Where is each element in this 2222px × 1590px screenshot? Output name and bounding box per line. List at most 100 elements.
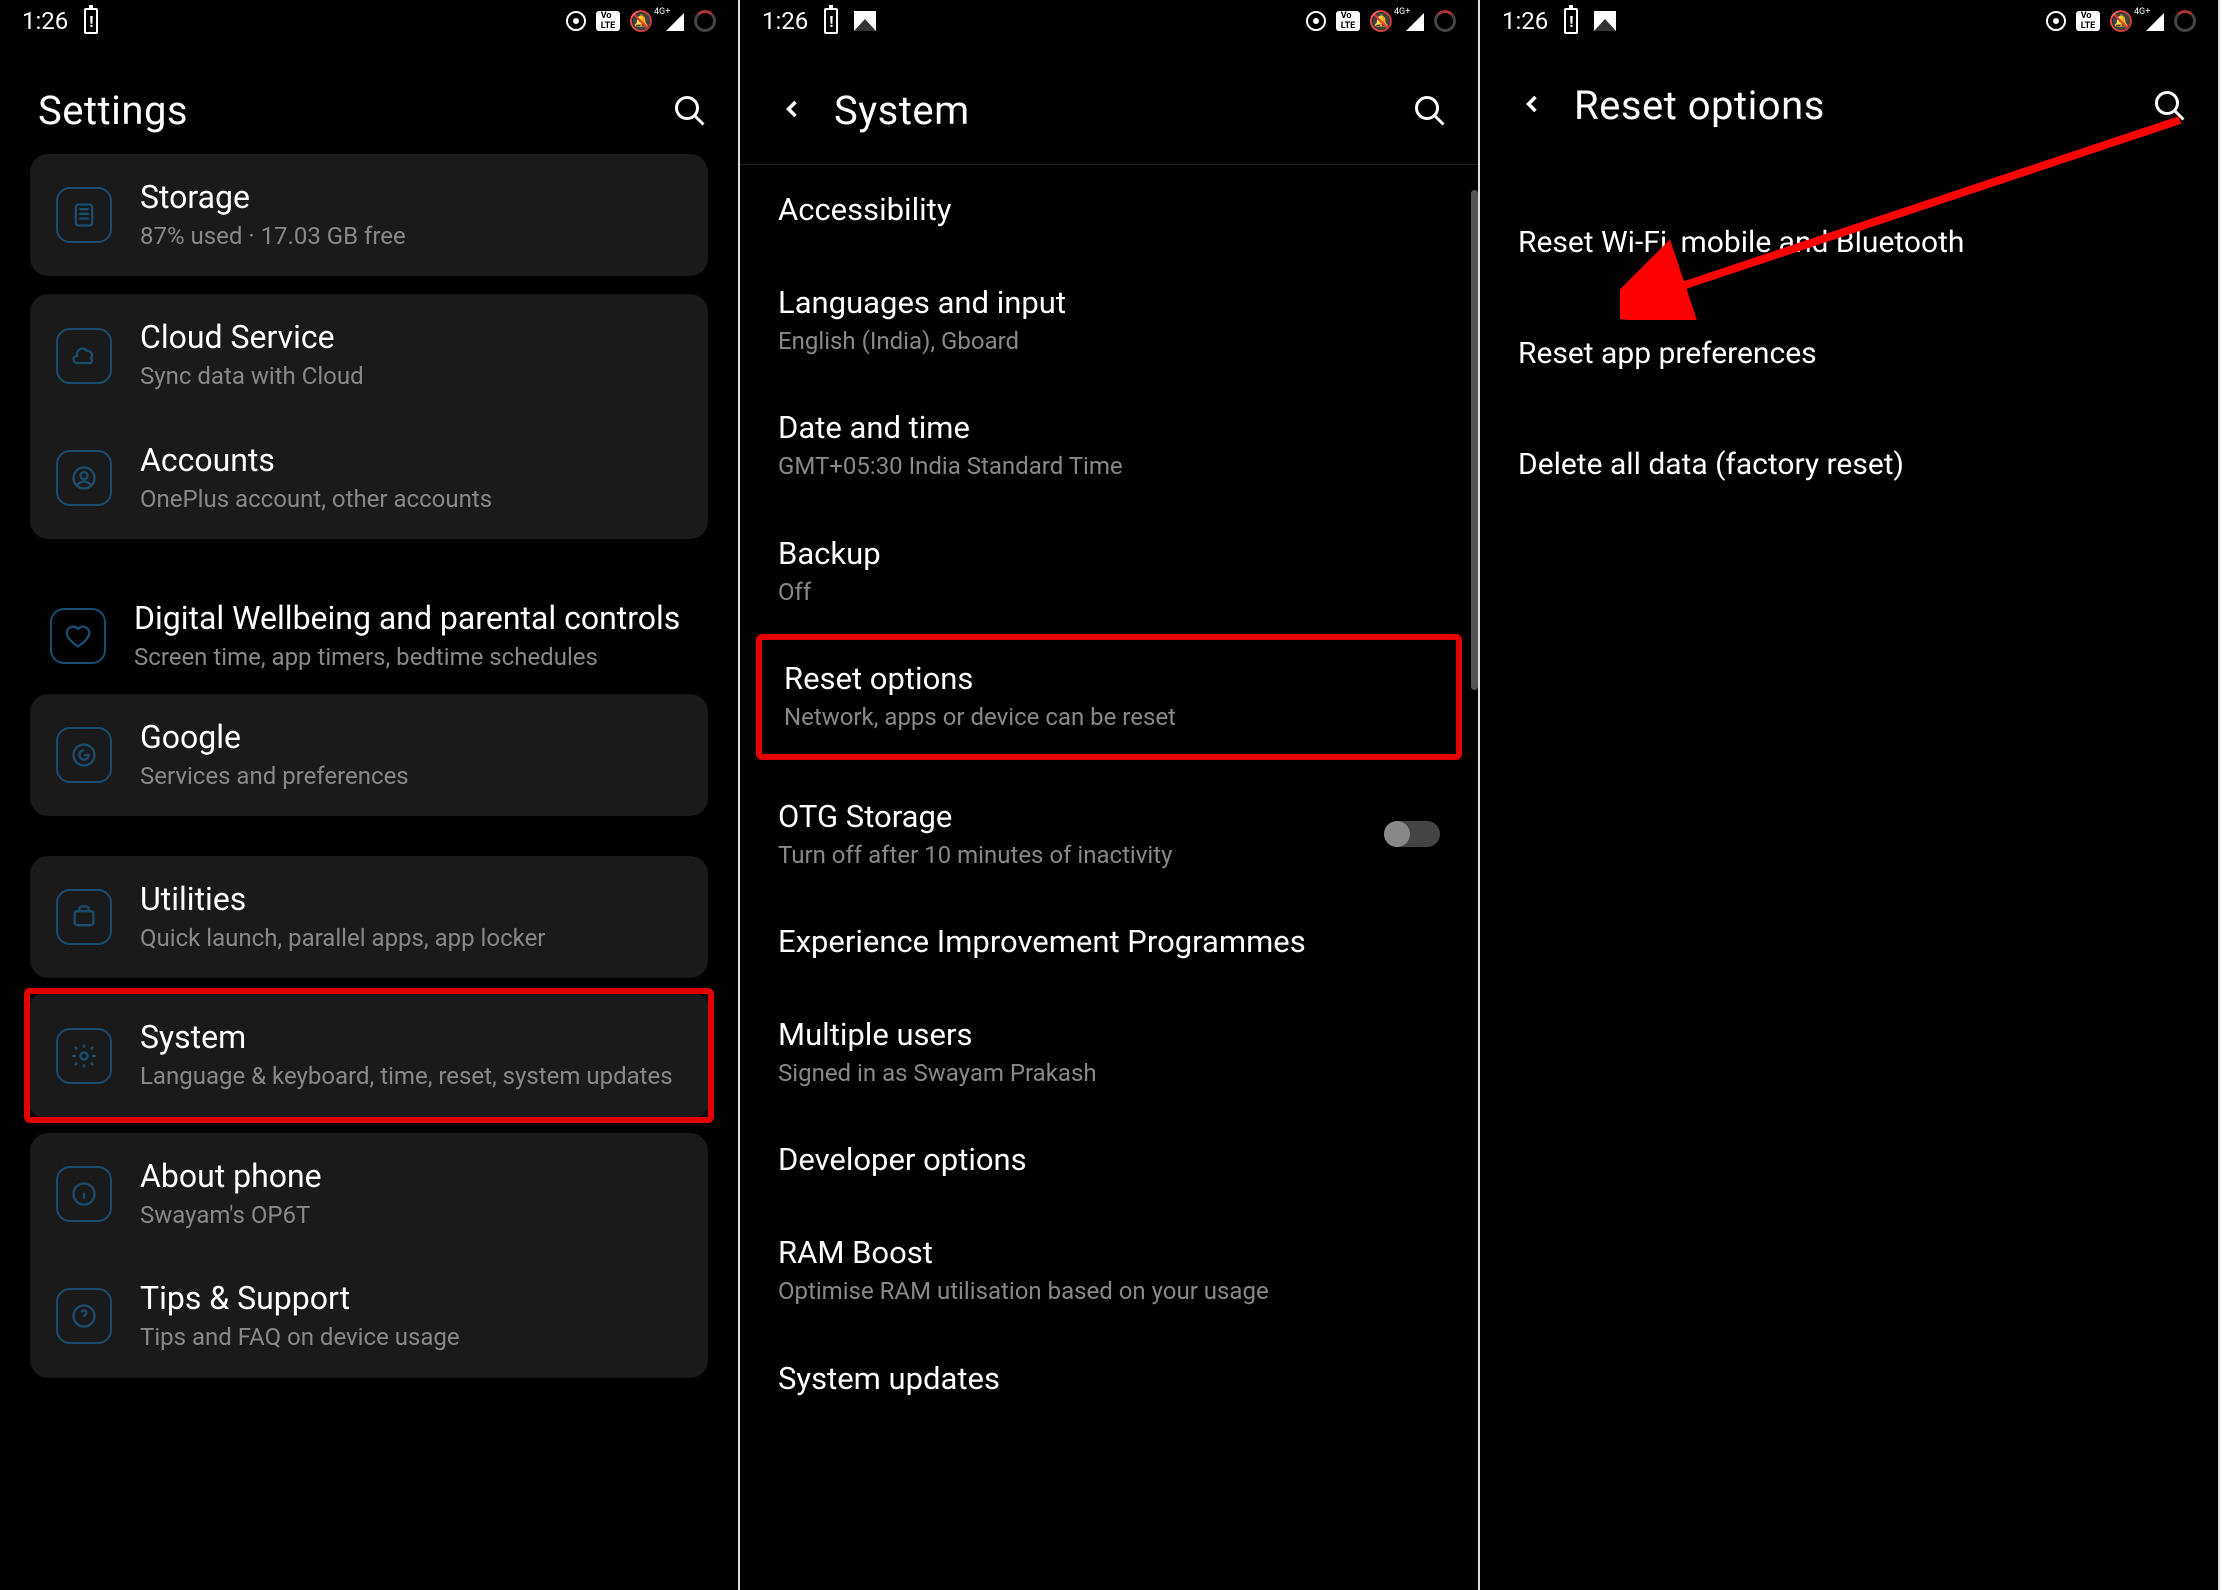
- item-title: OTG Storage: [778, 798, 1172, 835]
- system-item-developer[interactable]: Developer options: [740, 1115, 1478, 1208]
- reset-item-wifi[interactable]: Reset Wi-Fi, mobile and Bluetooth: [1480, 189, 2218, 300]
- item-subtitle: Tips and FAQ on device usage: [140, 1321, 682, 1353]
- item-subtitle: OnePlus account, other accounts: [140, 483, 682, 515]
- status-left: 1:26 !: [22, 7, 102, 35]
- battery-warning-icon: !: [1560, 10, 1582, 32]
- signal-icon: 4G+: [2142, 11, 2164, 31]
- volte-icon: VoLTE: [1336, 11, 1360, 31]
- item-subtitle: Services and preferences: [140, 760, 682, 792]
- system-item-datetime[interactable]: Date and time GMT+05:30 India Standard T…: [740, 383, 1478, 508]
- item-title: System: [140, 1018, 682, 1056]
- reset-screen: 1:26 ! VoLTE 🔕 4G+ Reset options Reset W…: [1480, 0, 2220, 1590]
- item-title: Reset options: [784, 660, 1434, 697]
- settings-card-cloud-accounts: Cloud Service Sync data with Cloud Accou…: [30, 294, 708, 539]
- hotspot-icon: [1306, 11, 1326, 31]
- item-subtitle: Screen time, app timers, bedtime schedul…: [134, 641, 688, 673]
- item-title: Delete all data (factory reset): [1518, 447, 2180, 482]
- item-title: Experience Improvement Programmes: [778, 923, 1440, 960]
- item-subtitle: Off: [778, 576, 1440, 608]
- item-subtitle: Quick launch, parallel apps, app locker: [140, 922, 682, 954]
- system-item-otg[interactable]: OTG Storage Turn off after 10 minutes of…: [740, 772, 1478, 897]
- settings-content: Storage 87% used · 17.03 GB free Cloud S…: [0, 154, 738, 1378]
- settings-card-about-tips: About phone Swayam's OP6T Tips & Support…: [30, 1133, 708, 1378]
- status-time: 1:26: [22, 7, 68, 35]
- system-item-languages[interactable]: Languages and input English (India), Gbo…: [740, 258, 1478, 383]
- hotspot-icon: [2046, 11, 2066, 31]
- settings-item-google[interactable]: Google Services and preferences: [30, 694, 708, 816]
- system-item-ramboost[interactable]: RAM Boost Optimise RAM utilisation based…: [740, 1208, 1478, 1333]
- item-title: Languages and input: [778, 284, 1440, 321]
- sync-spinner-icon: [694, 10, 716, 32]
- settings-item-wellbeing[interactable]: Digital Wellbeing and parental controls …: [0, 579, 738, 693]
- dnd-icon: 🔕: [630, 10, 652, 32]
- system-item-experience[interactable]: Experience Improvement Programmes: [740, 897, 1478, 990]
- sync-spinner-icon: [1434, 10, 1456, 32]
- item-title: About phone: [140, 1157, 682, 1195]
- settings-item-about[interactable]: About phone Swayam's OP6T: [30, 1133, 708, 1255]
- wellbeing-icon: [50, 608, 106, 664]
- status-left: 1:26 !: [762, 7, 876, 35]
- highlight-reset: Reset options Network, apps or device ca…: [756, 634, 1462, 759]
- signal-icon: 4G+: [1402, 11, 1424, 31]
- settings-item-utilities[interactable]: Utilities Quick launch, parallel apps, a…: [30, 856, 708, 978]
- settings-card-storage: Storage 87% used · 17.03 GB free: [30, 154, 708, 276]
- item-title: Accessibility: [778, 191, 1440, 228]
- item-title: Digital Wellbeing and parental controls: [134, 599, 688, 637]
- item-title: System updates: [778, 1360, 1440, 1397]
- reset-content: Reset Wi-Fi, mobile and Bluetooth Reset …: [1480, 189, 2218, 522]
- dnd-icon: 🔕: [1370, 10, 1392, 32]
- scrollbar-indicator[interactable]: [1471, 190, 1478, 690]
- tips-icon: [56, 1288, 112, 1344]
- system-item-users[interactable]: Multiple users Signed in as Swayam Praka…: [740, 990, 1478, 1115]
- item-title: Reset Wi-Fi, mobile and Bluetooth: [1518, 225, 2180, 260]
- item-title: Storage: [140, 178, 682, 216]
- item-title: Tips & Support: [140, 1279, 682, 1317]
- item-title: Accounts: [140, 441, 682, 479]
- status-bar: 1:26 ! VoLTE 🔕 4G+: [0, 0, 738, 42]
- status-right: VoLTE 🔕 4G+: [566, 10, 716, 32]
- system-item-backup[interactable]: Backup Off: [740, 509, 1478, 634]
- back-button[interactable]: [1518, 85, 1546, 127]
- battery-warning-icon: !: [80, 10, 102, 32]
- item-subtitle: English (India), Gboard: [778, 325, 1440, 357]
- item-title: RAM Boost: [778, 1234, 1440, 1271]
- cloud-icon: [56, 328, 112, 384]
- item-subtitle: Optimise RAM utilisation based on your u…: [778, 1275, 1440, 1307]
- item-title: Developer options: [778, 1141, 1440, 1178]
- dnd-icon: 🔕: [2110, 10, 2132, 32]
- search-icon[interactable]: [2152, 88, 2188, 124]
- item-subtitle: 87% used · 17.03 GB free: [140, 220, 682, 252]
- status-right: VoLTE 🔕 4G+: [2046, 10, 2196, 32]
- volte-icon: VoLTE: [596, 11, 620, 31]
- item-subtitle: Language & keyboard, time, reset, system…: [140, 1060, 682, 1092]
- status-right: VoLTE 🔕 4G+: [1306, 10, 1456, 32]
- system-item-updates[interactable]: System updates: [740, 1334, 1478, 1427]
- page-title: Settings: [38, 87, 188, 134]
- search-icon[interactable]: [672, 93, 708, 129]
- reset-item-app[interactable]: Reset app preferences: [1480, 300, 2218, 411]
- settings-card-google: Google Services and preferences: [30, 694, 708, 816]
- status-bar: 1:26 ! VoLTE 🔕 4G+: [1480, 0, 2218, 42]
- google-icon: [56, 727, 112, 783]
- settings-card-system: System Language & keyboard, time, reset,…: [30, 994, 708, 1116]
- settings-header: Settings: [0, 42, 738, 164]
- reset-item-factory[interactable]: Delete all data (factory reset): [1480, 411, 2218, 522]
- item-title: Backup: [778, 535, 1440, 572]
- system-item-reset[interactable]: Reset options Network, apps or device ca…: [762, 640, 1456, 753]
- settings-item-storage[interactable]: Storage 87% used · 17.03 GB free: [30, 154, 708, 276]
- item-subtitle: Network, apps or device can be reset: [784, 701, 1434, 733]
- otg-toggle[interactable]: [1384, 821, 1440, 847]
- settings-item-accounts[interactable]: Accounts OnePlus account, other accounts: [30, 417, 708, 539]
- system-item-accessibility[interactable]: Accessibility: [740, 165, 1478, 258]
- back-button[interactable]: [778, 90, 806, 132]
- item-title: Multiple users: [778, 1016, 1440, 1053]
- item-subtitle: Signed in as Swayam Prakash: [778, 1057, 1440, 1089]
- settings-item-system[interactable]: System Language & keyboard, time, reset,…: [30, 994, 708, 1116]
- system-content: Accessibility Languages and input Englis…: [740, 165, 1478, 1427]
- item-subtitle: Sync data with Cloud: [140, 360, 682, 392]
- search-icon[interactable]: [1412, 93, 1448, 129]
- settings-item-tips[interactable]: Tips & Support Tips and FAQ on device us…: [30, 1255, 708, 1377]
- settings-item-cloud[interactable]: Cloud Service Sync data with Cloud: [30, 294, 708, 416]
- status-left: 1:26 !: [1502, 7, 1616, 35]
- item-title: Date and time: [778, 409, 1440, 446]
